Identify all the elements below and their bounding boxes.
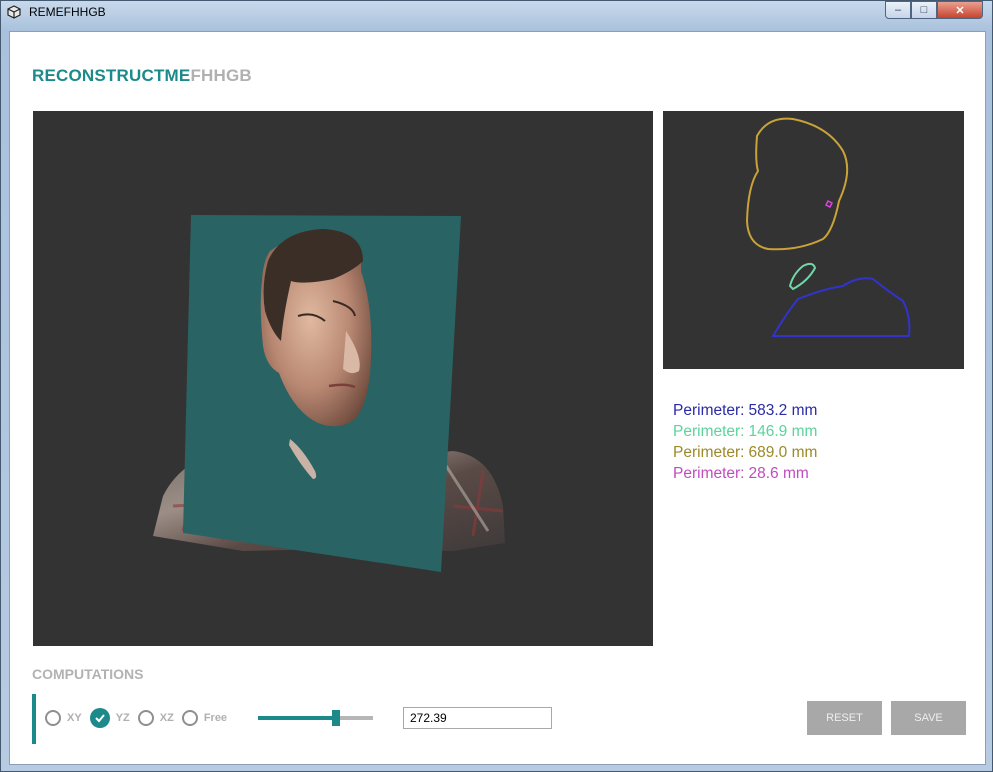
radio-xy[interactable] [45, 710, 61, 726]
slider-thumb[interactable] [332, 710, 341, 726]
slider-fill [258, 716, 337, 720]
contour-yellow [745, 117, 849, 251]
3d-viewport[interactable] [33, 111, 653, 646]
radio-xy-label: XY [67, 712, 82, 724]
3d-scene [153, 215, 505, 572]
brand-primary: RECONSTRUCTME [32, 66, 191, 85]
perimeter-row: Perimeter: 689.0 mm [673, 442, 817, 463]
plane-value-input[interactable] [403, 707, 552, 729]
reset-button[interactable]: RESET [807, 701, 882, 735]
section-accent-bar [32, 694, 36, 744]
perimeter-label: Perimeter: [673, 402, 745, 419]
computations-title: COMPUTATIONS [32, 666, 144, 682]
brand-secondary: FHHGB [190, 66, 252, 85]
checkmark-icon [94, 714, 105, 723]
plane-radio-group: XY YZ XZ Free [45, 706, 235, 730]
radio-yz-label: YZ [115, 712, 130, 724]
contour-view[interactable] [663, 111, 964, 369]
contour-blue [771, 277, 911, 337]
maximize-icon: □ [920, 4, 928, 16]
save-button[interactable]: SAVE [891, 701, 966, 735]
close-button[interactable]: ✕ [937, 1, 983, 19]
perimeter-value: 146.9 mm [748, 423, 818, 440]
radio-xz[interactable] [137, 710, 154, 726]
window-controls: – □ ✕ [885, 1, 983, 20]
title-bar[interactable]: REMEFHHGB – □ ✕ [1, 1, 992, 23]
perimeter-label: Perimeter: [673, 444, 745, 461]
minimize-icon: – [894, 4, 902, 16]
close-icon: ✕ [955, 4, 965, 17]
maximize-button[interactable]: □ [911, 1, 937, 19]
perimeter-value: 583.2 mm [748, 402, 818, 419]
radio-xz-label: XZ [159, 712, 174, 724]
contour-green [788, 262, 817, 291]
app-cube-icon [7, 5, 21, 19]
perimeter-value: 28.6 mm [748, 465, 809, 482]
app-window: REMEFHHGB – □ ✕ RECONSTRUCTMEFHHGB Perim… [0, 0, 993, 772]
app-brand: RECONSTRUCTMEFHHGB [32, 66, 252, 86]
perimeter-row: Perimeter: 28.6 mm [673, 463, 817, 484]
contour-magenta [824, 199, 834, 209]
client-area: RECONSTRUCTMEFHHGB Perimeter: 583.2 mm P… [9, 31, 986, 765]
window-title: REMEFHHGB [29, 5, 106, 19]
radio-free-label: Free [203, 712, 228, 724]
contour-plot [745, 117, 911, 337]
perimeter-row: Perimeter: 146.9 mm [673, 421, 817, 442]
radio-free[interactable] [181, 710, 198, 726]
radio-yz[interactable] [89, 708, 110, 728]
perimeter-row: Perimeter: 583.2 mm [673, 400, 817, 421]
minimize-button[interactable]: – [885, 1, 911, 19]
perimeter-value: 689.0 mm [748, 444, 818, 461]
perimeter-label: Perimeter: [673, 423, 745, 440]
perimeter-list: Perimeter: 583.2 mm Perimeter: 146.9 mm Pe… [673, 400, 817, 484]
plane-slider[interactable] [258, 710, 373, 726]
perimeter-label: Perimeter: [673, 465, 745, 482]
